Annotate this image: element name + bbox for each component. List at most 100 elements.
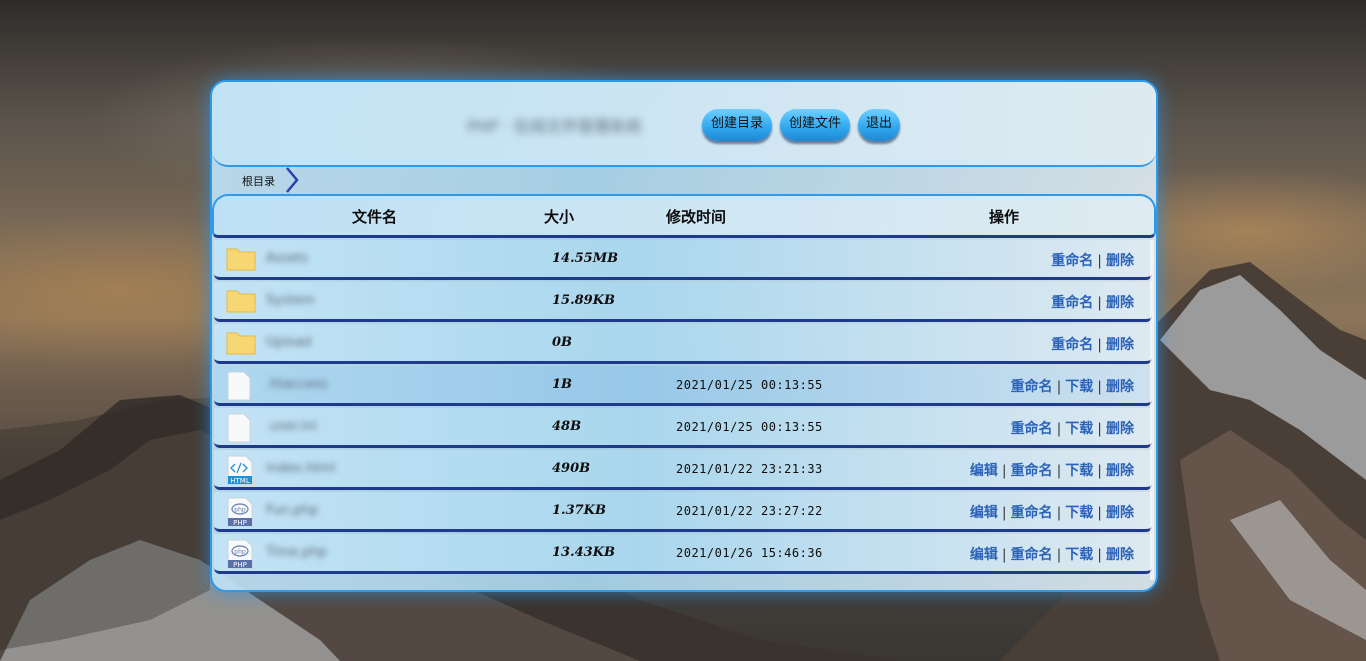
top-bar: PHP · 在线文件管理系统 创建目录 创建文件 退出 xyxy=(212,82,1156,167)
delete-link[interactable]: 删除 xyxy=(1106,295,1134,311)
row-actions: 重命名 | 删除 xyxy=(1051,250,1134,270)
table-row[interactable]: php PHP Fun.php 1.37KB 2021/01/22 23:27:22 编辑… xyxy=(214,492,1152,532)
rename-link[interactable]: 重命名 xyxy=(1011,547,1053,563)
edit-link[interactable]: 编辑 xyxy=(970,463,998,479)
folder-icon[interactable] xyxy=(226,287,256,317)
action-separator: | xyxy=(1097,463,1102,479)
delete-link[interactable]: 删除 xyxy=(1106,379,1134,395)
php-badge-text: PHP xyxy=(233,519,247,527)
php-logo-text: php xyxy=(234,507,246,514)
table-row[interactable]: .user.ini 48B 2021/01/25 00:13:55 重命名 | 下载 | 删除 xyxy=(214,408,1152,448)
row-actions: 重命名 | 删除 xyxy=(1051,292,1134,312)
download-link[interactable]: 下载 xyxy=(1065,421,1093,437)
row-actions: 编辑 | 重命名 | 下载 | 删除 xyxy=(970,460,1134,480)
create-file-button[interactable]: 创建文件 xyxy=(780,109,850,141)
html-badge-text: HTML xyxy=(230,477,250,485)
folder-icon[interactable] xyxy=(226,245,256,275)
table-row[interactable]: Upload 0B 重命名 | 删除 xyxy=(214,324,1152,364)
file-name-link[interactable]: Time.php xyxy=(266,545,386,560)
breadcrumb: 根目录 xyxy=(242,172,275,192)
rename-link[interactable]: 重命名 xyxy=(1011,379,1053,395)
rename-link[interactable]: 重命名 xyxy=(1011,463,1053,479)
rename-link[interactable]: 重命名 xyxy=(1051,295,1093,311)
file-name-link[interactable]: .user.ini xyxy=(266,419,386,434)
file-modified-time: 2021/01/25 00:13:55 xyxy=(676,420,823,434)
file-name-link[interactable]: Upload xyxy=(266,335,386,350)
file-modified-time: 2021/01/22 23:27:22 xyxy=(676,504,823,518)
action-separator: | xyxy=(1056,379,1062,395)
action-separator: | xyxy=(1097,547,1102,563)
delete-link[interactable]: 删除 xyxy=(1106,547,1134,563)
file-size: 490B xyxy=(552,461,591,476)
file-name-link[interactable]: System xyxy=(266,293,386,308)
breadcrumb-chevron-icon xyxy=(286,167,299,193)
table-row[interactable]: System 15.89KB 重命名 | 删除 xyxy=(214,282,1152,322)
delete-link[interactable]: 删除 xyxy=(1106,421,1134,437)
logout-button[interactable]: 退出 xyxy=(858,109,900,141)
file-name-link[interactable]: Fun.php xyxy=(266,503,386,518)
action-separator: | xyxy=(1097,421,1102,437)
file-size: 15.89KB xyxy=(552,293,615,308)
site-title: PHP · 在线文件管理系统 xyxy=(467,117,642,136)
file-name-link[interactable]: index.html xyxy=(266,461,386,476)
breadcrumb-root[interactable]: 根目录 xyxy=(242,175,275,188)
rename-link[interactable]: 重命名 xyxy=(1011,505,1053,521)
file-name-link[interactable]: Assets xyxy=(266,251,386,266)
action-separator: | xyxy=(1097,505,1102,521)
table-row[interactable]: php PHP Time.php 13.43KB 2021/01/26 15:46:36… xyxy=(214,534,1152,574)
action-separator: | xyxy=(1056,421,1062,437)
action-separator: | xyxy=(1056,547,1062,563)
file-name-link[interactable]: .htaccess xyxy=(266,377,386,392)
column-header-size[interactable]: 大小 xyxy=(544,206,574,227)
file-size: 13.43KB xyxy=(552,545,615,560)
table-row[interactable]: HTML index.html 490B 2021/01/22 23:21:33 编辑 |… xyxy=(214,450,1152,490)
action-separator: | xyxy=(1056,505,1062,521)
edit-link[interactable]: 编辑 xyxy=(970,505,998,521)
file-modified-time: 2021/01/26 15:46:36 xyxy=(676,546,823,560)
file-size: 48B xyxy=(552,419,582,434)
scrollbar[interactable] xyxy=(1150,240,1154,580)
delete-link[interactable]: 删除 xyxy=(1106,253,1134,269)
table-header: 文件名 大小 修改时间 操作 xyxy=(212,194,1156,238)
column-header-modified[interactable]: 修改时间 xyxy=(666,206,726,227)
edit-link[interactable]: 编辑 xyxy=(970,547,998,563)
action-separator: | xyxy=(1001,505,1007,521)
delete-link[interactable]: 删除 xyxy=(1106,337,1134,353)
delete-link[interactable]: 删除 xyxy=(1106,463,1134,479)
download-link[interactable]: 下载 xyxy=(1065,505,1093,521)
row-actions: 编辑 | 重命名 | 下载 | 删除 xyxy=(970,502,1134,522)
action-separator: | xyxy=(1097,253,1102,269)
folder-icon[interactable] xyxy=(226,329,256,359)
column-header-actions: 操作 xyxy=(989,208,1020,226)
row-actions: 重命名 | 下载 | 删除 xyxy=(1011,418,1134,438)
create-directory-button[interactable]: 创建目录 xyxy=(702,109,772,141)
file-modified-time: 2021/01/22 23:21:33 xyxy=(676,462,823,476)
php-file-icon[interactable]: php PHP xyxy=(226,497,256,527)
download-link[interactable]: 下载 xyxy=(1065,379,1093,395)
download-link[interactable]: 下载 xyxy=(1065,547,1093,563)
table-row[interactable]: .htaccess 1B 2021/01/25 00:13:55 重命名 | 下载 | 删除 xyxy=(214,366,1152,406)
action-separator: | xyxy=(1097,295,1102,311)
action-separator: | xyxy=(1001,547,1007,563)
rename-link[interactable]: 重命名 xyxy=(1011,421,1053,437)
column-header-name[interactable]: 文件名 xyxy=(352,206,397,227)
file-icon[interactable] xyxy=(226,371,256,401)
download-link[interactable]: 下载 xyxy=(1065,463,1093,479)
file-size: 1.37KB xyxy=(552,503,606,518)
file-size: 1B xyxy=(552,377,573,392)
file-manager-panel: PHP · 在线文件管理系统 创建目录 创建文件 退出 根目录 文件名 大小 修… xyxy=(210,80,1158,592)
html-file-icon[interactable]: HTML xyxy=(226,455,256,485)
file-size: 14.55MB xyxy=(552,251,619,266)
file-icon[interactable] xyxy=(226,413,256,443)
action-separator: | xyxy=(1001,463,1007,479)
action-separator: | xyxy=(1056,463,1062,479)
delete-link[interactable]: 删除 xyxy=(1106,505,1134,521)
action-separator: | xyxy=(1097,379,1102,395)
rename-link[interactable]: 重命名 xyxy=(1051,253,1093,269)
file-modified-time: 2021/01/25 00:13:55 xyxy=(676,378,823,392)
php-file-icon[interactable]: php PHP xyxy=(226,539,256,569)
rename-link[interactable]: 重命名 xyxy=(1051,337,1093,353)
action-separator: | xyxy=(1097,337,1102,353)
table-row[interactable]: Assets 14.55MB 重命名 | 删除 xyxy=(214,240,1152,280)
row-actions: 重命名 | 删除 xyxy=(1051,334,1134,354)
